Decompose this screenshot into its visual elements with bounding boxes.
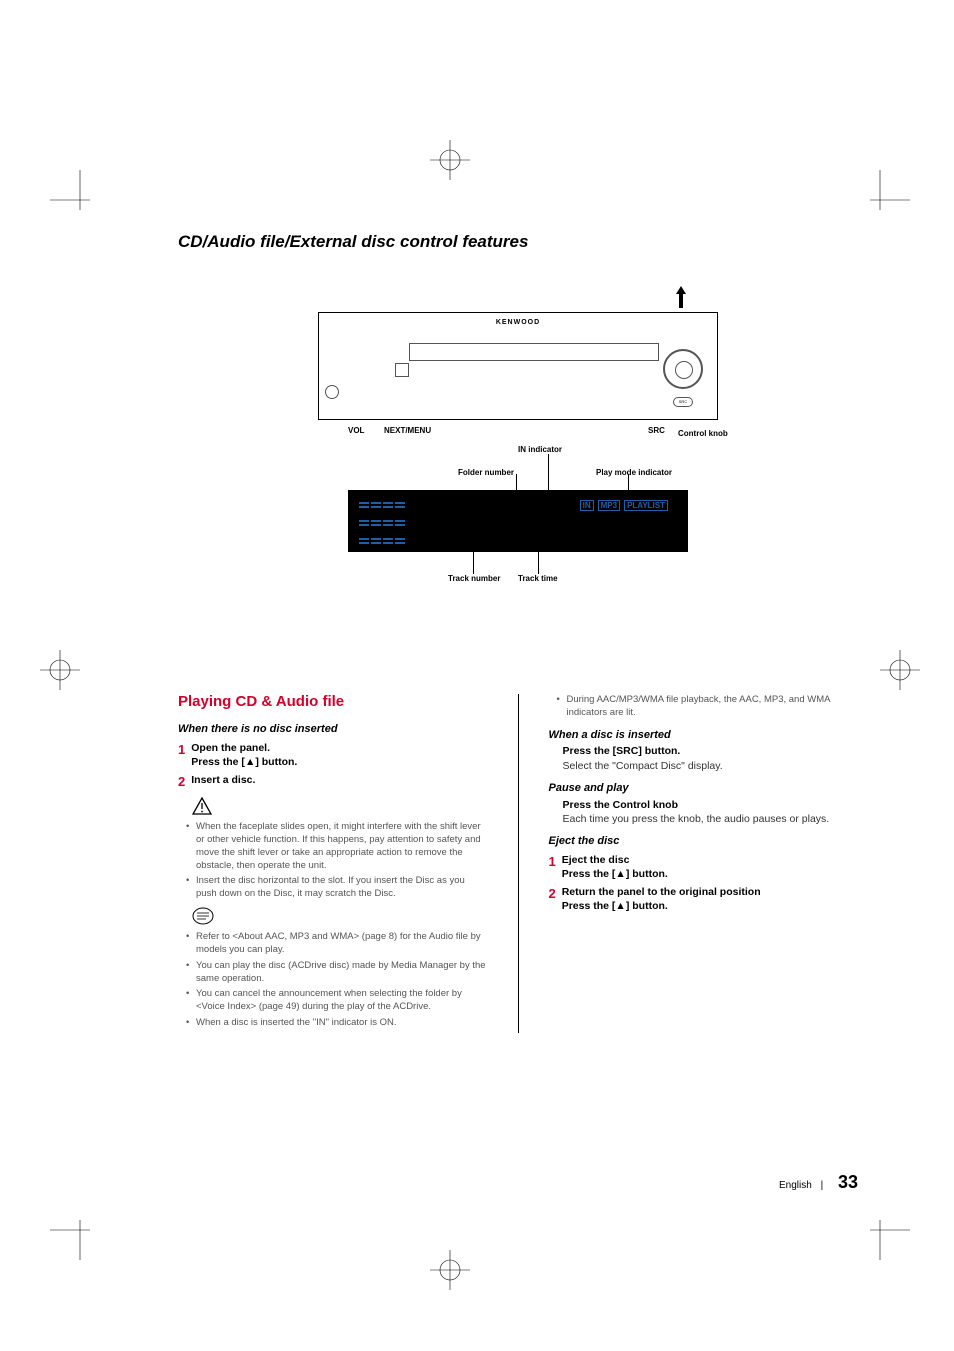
display-tag-mp3: MP3 [598,500,620,511]
label-next-menu: NEXT/MENU [384,426,431,435]
display-panel: IN MP3 PLAYLIST [348,490,688,552]
label-play-mode-indicator: Play mode indicator [596,468,672,477]
pointer-line [538,552,539,574]
right-column: During AAC/MP3/WMA file playback, the AA… [548,692,858,1033]
heading-playing-cd: Playing CD & Audio file [178,692,488,712]
step-1-instruction: Press the [▲] button. [191,755,487,769]
page-number: 33 [838,1172,858,1192]
list-item: Insert the disc horizontal to the slot. … [196,875,488,901]
list-item: Refer to <About AAC, MP3 and WMA> (page … [196,931,488,957]
step-2-title: Insert a disc. [191,773,487,787]
warning-icon [192,797,488,819]
subheading-eject: Eject the disc [548,834,858,849]
list-item: You can play the disc (ACDrive disc) mad… [196,960,488,986]
eject-step-2: 2 Return the panel to the original posit… [548,885,858,913]
section-title: CD/Audio file/External disc control feat… [178,232,858,252]
warning-list: When the faceplate slides open, it might… [178,821,488,901]
instruction-text: Select the "Compact Disc" display. [562,759,858,773]
column-divider [518,694,519,1033]
list-item: During AAC/MP3/WMA file playback, the AA… [566,694,858,720]
list-item: You can cancel the announcement when sel… [196,988,488,1014]
next-menu-button-icon [395,363,409,377]
src-button-icon: SRC [673,397,693,407]
label-track-number: Track number [448,574,500,583]
label-in-indicator: IN indicator [518,445,562,454]
step-number: 2 [548,885,555,913]
registration-mark-left [30,640,90,700]
list-item: When a disc is inserted the "IN" indicat… [196,1017,488,1030]
instruction-bold: Press the [SRC] button. [562,744,858,758]
step-title: Eject the disc [562,853,858,867]
crop-mark-bottom-right [850,1200,910,1260]
display-tag-in: IN [580,500,594,511]
crop-mark-top-left [50,170,110,230]
left-column: Playing CD & Audio file When there is no… [178,692,488,1033]
eject-icon: ▲ [245,756,255,768]
note-list: Refer to <About AAC, MP3 and WMA> (page … [178,931,488,1030]
step-number: 1 [548,853,555,881]
step-instruction: Press the [▲] button. [562,899,858,913]
registration-mark-right [870,640,930,700]
step-instruction: Press the [▲] button. [562,867,858,881]
vol-knob-icon [325,385,339,399]
eject-icon: ▲ [615,868,625,880]
subheading-pause-play: Pause and play [548,781,858,796]
car-stereo-illustration: KENWOOD SRC [318,312,718,420]
subheading-disc-inserted: When a disc is inserted [548,728,858,743]
label-folder-number: Folder number [458,468,514,477]
crop-mark-bottom-left [50,1200,110,1260]
instruction-text: Each time you press the knob, the audio … [562,812,858,826]
brand-label: KENWOOD [496,319,540,326]
step-2: 2 Insert a disc. [178,773,488,791]
display-tag-playlist: PLAYLIST [624,500,668,511]
pointer-line [473,552,474,574]
label-track-time: Track time [518,574,558,583]
eject-icon: ▲ [615,900,625,912]
step-number: 1 [178,741,185,769]
crop-mark-top-right [850,170,910,230]
device-figure: KENWOOD SRC VOL NEXT/MENU SRC Control kn… [298,282,738,622]
control-knob-icon [663,349,703,389]
disc-slot [409,343,659,361]
step-number: 2 [178,773,185,791]
footer-lang: English [779,1180,812,1191]
label-src: SRC [648,426,665,435]
step-1: 1 Open the panel. Press the [▲] button. [178,741,488,769]
step-1-title: Open the panel. [191,741,487,755]
registration-mark-bottom [420,1240,480,1300]
note-icon [192,907,488,929]
footer-sep: | [821,1180,824,1191]
eject-step-1: 1 Eject the disc Press the [▲] button. [548,853,858,881]
label-vol: VOL [348,426,364,435]
label-control-knob: Control knob [678,429,728,438]
top-note-list: During AAC/MP3/WMA file playback, the AA… [548,694,858,720]
subheading-no-disc: When there is no disc inserted [178,722,488,737]
instruction-bold: Press the Control knob [562,798,858,812]
registration-mark-top [420,130,480,190]
list-item: When the faceplate slides open, it might… [196,821,488,872]
step-title: Return the panel to the original positio… [562,885,858,899]
